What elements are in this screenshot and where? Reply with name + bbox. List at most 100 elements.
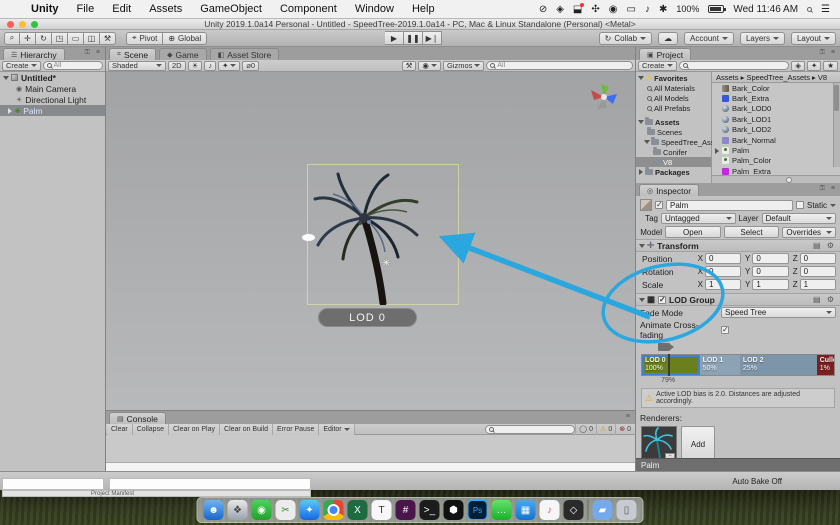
menu-edit[interactable]: Edit xyxy=(112,3,131,15)
static-checkbox[interactable] xyxy=(796,201,804,209)
console-info-filter[interactable]: ◯0 xyxy=(575,424,596,435)
foldout-icon[interactable] xyxy=(3,76,9,80)
animate-crossfade-checkbox[interactable] xyxy=(721,326,729,334)
custom-tool-button[interactable]: ⚒ xyxy=(100,32,116,45)
panel-lock-icon[interactable]: ⚿ ≡ xyxy=(85,49,102,57)
lod0-segment[interactable]: LOD 0100% xyxy=(642,355,700,375)
menu-gameobject[interactable]: GameObject xyxy=(200,3,262,15)
wifi-icon[interactable]: ✱ xyxy=(659,4,667,15)
hierarchy-scene-row[interactable]: Untitled* xyxy=(0,72,105,83)
remove-renderer-button[interactable]: − xyxy=(665,453,675,458)
scene-audio-toggle[interactable]: ♪ xyxy=(204,61,216,71)
pause-button[interactable]: ❚❚ xyxy=(404,31,423,45)
spotlight-icon[interactable] xyxy=(807,4,812,15)
background-window[interactable]: Project Manifest xyxy=(0,478,312,497)
scene-camera-dropdown[interactable]: ◉ xyxy=(418,61,441,71)
window-titlebar[interactable]: Unity 2019.1.0a14 Personal - Untitled - … xyxy=(0,19,840,30)
eye-icon[interactable]: ◉ xyxy=(609,4,618,15)
hierarchy-item-main-camera[interactable]: ◉ Main Camera xyxy=(0,83,105,94)
folder-speedtree-assets[interactable]: SpeedTree_Assets xyxy=(636,137,711,147)
inspector-lock-icon[interactable]: ⚿ ≡ xyxy=(820,185,837,193)
lod-playhead[interactable] xyxy=(668,354,670,376)
shading-mode-dropdown[interactable]: Shaded xyxy=(108,61,166,71)
asset-bark-lod2[interactable]: Bark_LOD2 xyxy=(712,125,840,135)
display-icon[interactable]: ▭ xyxy=(626,4,635,15)
lod2-segment[interactable]: LOD 225% xyxy=(740,355,817,375)
tag-dropdown[interactable]: Untagged xyxy=(661,213,736,224)
tab-game[interactable]: ◆Game xyxy=(159,48,207,60)
hierarchy-create-dropdown[interactable]: Create xyxy=(2,61,41,71)
tab-console[interactable]: ▤Console xyxy=(109,412,166,424)
folder-conifer[interactable]: Conifer xyxy=(636,147,711,157)
rotation-y-field[interactable]: 0 xyxy=(752,266,788,277)
search-by-label-button[interactable]: ✦ xyxy=(807,61,821,71)
foldout-icon[interactable] xyxy=(715,148,719,154)
lod1-segment[interactable]: LOD 150% xyxy=(700,355,740,375)
asset-bark-lod0[interactable]: Bark_LOD0 xyxy=(712,104,840,114)
dock-textedit-icon[interactable]: T xyxy=(372,500,392,520)
dock-messages-icon[interactable]: … xyxy=(492,500,512,520)
assets-root[interactable]: Assets xyxy=(636,117,711,127)
pivot-toggle[interactable]: ⌖Pivot xyxy=(126,32,163,45)
position-x-field[interactable]: 0 xyxy=(705,253,741,264)
scale-x-field[interactable]: 1 xyxy=(705,279,741,290)
asset-bark-normal[interactable]: Bark_Normal xyxy=(712,135,840,145)
2d-toggle[interactable]: 2D xyxy=(168,61,186,71)
rotate-tool-button[interactable]: ↻ xyxy=(36,32,52,45)
asset-bark-lod1[interactable]: Bark_LOD1 xyxy=(712,114,840,124)
cloud-button[interactable]: ☁ xyxy=(658,32,678,45)
search-by-type-button[interactable]: ◈ xyxy=(791,61,805,71)
asset-list-scrollbar[interactable] xyxy=(833,83,840,167)
project-breadcrumb[interactable]: Assets ▸ SpeedTree_Assets ▸ V8 xyxy=(712,72,840,83)
av-settings-icon[interactable]: ◈ xyxy=(556,4,564,15)
layout-dropdown[interactable]: Layout xyxy=(791,32,836,45)
console-warning-filter[interactable]: ⚠0 xyxy=(596,424,615,435)
view-tool-button[interactable]: ⌕ xyxy=(4,32,20,45)
hierarchy-item-directional-light[interactable]: ☀ Directional Light xyxy=(0,94,105,105)
menu-file[interactable]: File xyxy=(77,3,95,15)
dock-folder-icon[interactable]: ▰ xyxy=(593,500,613,520)
folder-v8[interactable]: V8 xyxy=(636,157,711,167)
gameobject-name-field[interactable]: Palm xyxy=(666,200,793,211)
rotation-z-field[interactable]: 0 xyxy=(800,266,836,277)
tab-inspector[interactable]: ◎Inspector xyxy=(639,184,699,196)
keychain-lock-icon[interactable]: ⊘ xyxy=(539,4,547,15)
hierarchy-search-input[interactable]: All xyxy=(43,61,103,70)
dock-unity-icon[interactable]: ◇ xyxy=(564,500,584,520)
foldout-icon[interactable] xyxy=(639,298,645,302)
tab-asset-store[interactable]: ◧Asset Store xyxy=(210,48,280,60)
console-clear-on-play-toggle[interactable]: Clear on Play xyxy=(169,424,220,435)
console-error-pause-toggle[interactable]: Error Pause xyxy=(273,424,319,435)
culled-segment[interactable]: Culled1% xyxy=(817,355,834,375)
dock-facetime-icon[interactable]: ◉ xyxy=(252,500,272,520)
transform-tool-button[interactable]: ◫ xyxy=(84,32,100,45)
panel-lock-icon[interactable]: ⚿ ≡ xyxy=(820,49,837,57)
favorites-root[interactable]: ★Favorites xyxy=(636,73,711,83)
tab-scene[interactable]: ⌗Scene xyxy=(109,48,156,60)
position-y-field[interactable]: 0 xyxy=(752,253,788,264)
favorite-all-prefabs[interactable]: All Prefabs xyxy=(636,103,711,113)
scene-viewport[interactable]: ✳ LOD 0 xyxy=(106,72,635,410)
overrides-dropdown[interactable]: Overrides xyxy=(782,227,836,238)
component-tools-button[interactable]: ⚒ xyxy=(402,61,417,71)
inspector-footer-selection[interactable]: Palm xyxy=(636,458,840,471)
lod-camera-icon[interactable] xyxy=(658,343,670,351)
volume-icon[interactable]: ♪ xyxy=(645,4,650,15)
account-dropdown[interactable]: Account xyxy=(684,32,734,45)
scene-lighting-toggle[interactable]: ☀ xyxy=(188,61,203,71)
asset-palm-model[interactable]: Palm xyxy=(712,145,840,155)
step-button[interactable]: ▶❘ xyxy=(423,31,442,45)
static-dropdown-icon[interactable] xyxy=(830,204,836,207)
fade-mode-dropdown[interactable]: Speed Tree xyxy=(721,307,836,318)
renderer-thumbnail[interactable]: − xyxy=(641,426,677,458)
gizmos-dropdown[interactable]: Gizmos xyxy=(443,61,484,71)
sun-gizmo-icon[interactable]: ✳ xyxy=(382,258,390,269)
presets-icon[interactable]: ▤ xyxy=(813,241,823,250)
scale-y-field[interactable]: 1 xyxy=(752,279,788,290)
favorite-all-materials[interactable]: All Materials xyxy=(636,83,711,93)
scene-visibility-toggle[interactable]: ⌀0 xyxy=(242,61,259,71)
dock-trash-icon[interactable]: ▯ xyxy=(617,500,637,520)
move-tool-button[interactable]: ✛ xyxy=(20,32,36,45)
menu-help[interactable]: Help xyxy=(412,3,435,15)
dock-github-icon[interactable]: ⬢ xyxy=(444,500,464,520)
